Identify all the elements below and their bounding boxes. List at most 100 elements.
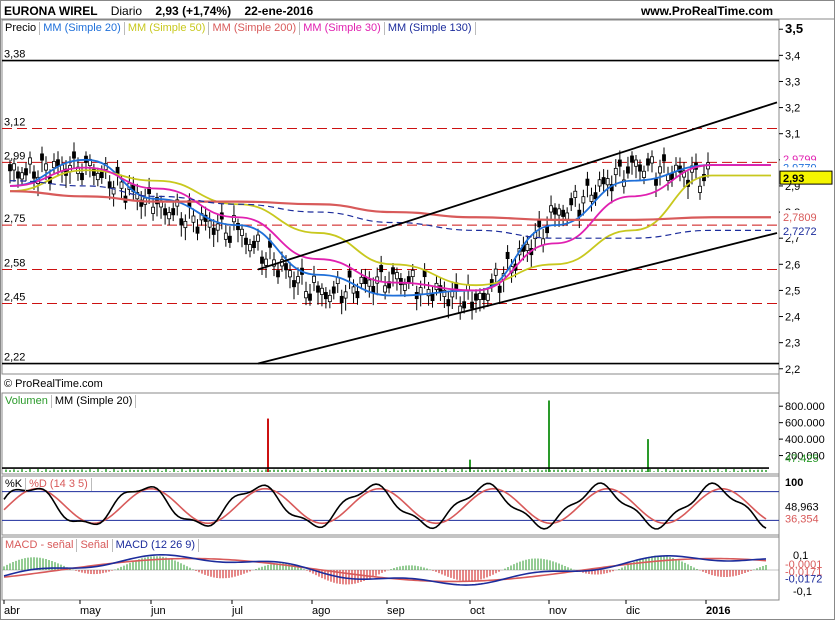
price-legend: Precio MM (Simple 20) MM (Simple 50) MM (Si… — [2, 21, 476, 35]
price-candle-body — [638, 164, 642, 172]
stoch-legend-item: %K — [2, 477, 27, 491]
x-tick-label: dic — [626, 605, 641, 617]
price-candle-body — [402, 283, 407, 291]
quote-label: 2,93 (+1,74%) — [155, 4, 232, 18]
price-candle-body — [367, 279, 372, 287]
price-candle-body — [379, 265, 384, 273]
price-candle-body — [601, 177, 606, 185]
instrument-name: EURONA WIREL — [4, 4, 98, 18]
volume-tag-label: 47.425 — [785, 453, 819, 465]
price-candle-body — [327, 294, 332, 303]
price-candle-body — [119, 181, 124, 189]
stoch-k-line — [3, 482, 767, 530]
price-candle-body — [207, 220, 212, 228]
price-candle-body — [151, 206, 155, 214]
x-tick-label: oct — [470, 605, 485, 617]
volume-legend-item: MM (Simple 20) — [52, 394, 137, 408]
price-candle-body — [20, 172, 24, 180]
price-candle-body — [399, 278, 403, 286]
stoch-d-line — [3, 487, 767, 525]
price-candle-body — [545, 226, 549, 234]
price-candle-body — [569, 198, 574, 206]
x-tick-label: abr — [4, 605, 20, 617]
macd-legend: MACD - señal Señal MACD (12 26 9) — [2, 538, 200, 552]
price-ytick-label: 2,4 — [785, 312, 800, 324]
price-candle-body — [395, 272, 399, 280]
price-candle-body — [28, 157, 32, 165]
price-ytick-label: 3,5 — [785, 21, 803, 36]
price-legend-item: MM (Simple 130) — [385, 21, 476, 35]
price-legend-item: MM (Simple 50) — [125, 21, 210, 35]
x-tick-label: nov — [549, 605, 567, 617]
price-candle-body — [252, 240, 256, 249]
price-candle-body — [223, 232, 228, 240]
price-candle-body — [613, 167, 618, 176]
price-candle-body — [458, 305, 463, 313]
price-candle-body — [95, 172, 100, 181]
level-label: 3,38 — [4, 49, 25, 61]
price-tag-label: 2,7272 — [783, 226, 817, 238]
price-candle-body — [537, 220, 542, 228]
price-candle-body — [163, 208, 168, 216]
price-candle-body — [52, 161, 56, 169]
volume-legend: Volumen MM (Simple 20) — [2, 394, 137, 408]
price-legend-item: MM (Simple 20) — [40, 21, 125, 35]
price-panel-frame — [1, 19, 780, 375]
price-candle-body — [646, 158, 650, 166]
price-tag-label: 2,93 — [783, 173, 804, 185]
price-candle-body — [581, 196, 586, 204]
price-candle-body — [561, 209, 566, 217]
price-candle-body — [371, 285, 376, 294]
price-candle-body — [634, 159, 638, 167]
macd-legend-item: MACD - señal — [2, 538, 78, 552]
price-candle-body — [179, 218, 184, 226]
price-candle-body — [316, 285, 320, 293]
price-candle-body — [593, 192, 598, 200]
price-candle-body — [284, 263, 288, 271]
price-ytick-label: 2,3 — [785, 338, 800, 350]
price-candle-body — [191, 215, 196, 223]
price-candle-body — [446, 299, 451, 307]
price-candle-body — [406, 276, 411, 284]
price-candle-body — [626, 166, 630, 174]
price-candle-body — [642, 170, 646, 178]
price-candle-body — [107, 181, 112, 189]
price-candle-body — [260, 256, 264, 264]
level-label: 2,22 — [4, 352, 25, 364]
price-ytick-label: 2,6 — [785, 259, 800, 271]
price-ytick-label: 3,2 — [785, 103, 800, 115]
site-label: www.ProRealTime.com — [640, 4, 773, 18]
moving-average-line — [9, 190, 771, 221]
price-candle-body — [215, 223, 220, 231]
volume-ytick-label: 600.000 — [785, 418, 825, 430]
price-candle-body — [347, 270, 352, 278]
price-candle-body — [481, 292, 486, 300]
price-candle-body — [662, 154, 666, 162]
moving-average-line — [9, 180, 771, 239]
x-tick-label: jul — [231, 605, 243, 617]
level-label: 3,12 — [4, 116, 25, 128]
macd-legend-item: Señal — [77, 538, 113, 552]
price-candle-body — [505, 251, 510, 260]
price-candle-body — [292, 280, 296, 288]
level-label: 2,75 — [4, 213, 25, 225]
price-candle-body — [355, 291, 360, 299]
price-candle-body — [24, 168, 28, 176]
chart-svg: 3,53,43,33,23,132,92,82,72,62,52,42,32,2… — [0, 0, 835, 620]
price-candle-body — [597, 179, 602, 187]
price-candle-body — [72, 151, 76, 159]
price-candle-body — [351, 286, 356, 294]
price-candle-body — [478, 292, 482, 301]
price-candle-body — [304, 291, 308, 299]
price-candle-body — [44, 163, 48, 171]
price-candle-body — [549, 205, 553, 213]
price-candle-body — [363, 276, 368, 284]
price-candle-body — [211, 227, 216, 235]
price-candle-body — [276, 270, 280, 278]
macd-ytick-label: -0,1 — [793, 586, 812, 598]
price-candle-body — [256, 234, 260, 242]
stochastic-legend: %K %D (14 3 5) — [2, 477, 92, 491]
price-candle-body — [557, 208, 561, 216]
price-candle-body — [617, 159, 622, 167]
volume-legend-item: Volumen — [2, 394, 52, 408]
